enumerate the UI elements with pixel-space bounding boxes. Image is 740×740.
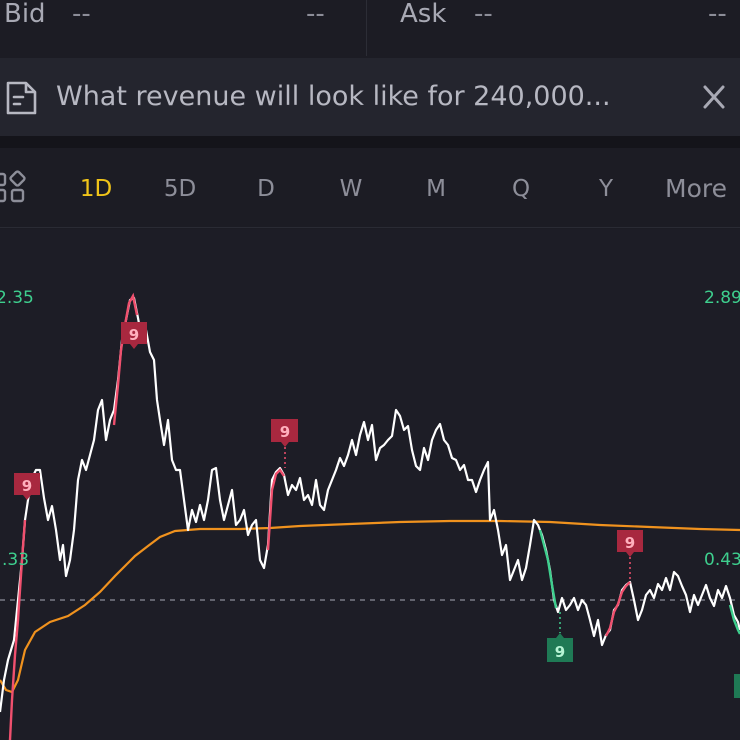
sell-signal-label: 9 (22, 477, 32, 495)
left-axis-mid-label: .33 (2, 550, 29, 570)
sell-signal-label: 9 (625, 534, 635, 552)
right-axis-high-label: 2.89 (704, 288, 740, 308)
sell-signal-label: 9 (280, 423, 290, 441)
right-axis-mid-label: 0.43 (704, 550, 740, 570)
buy-signal-marker-partial (734, 674, 740, 698)
sell-signal-marker[interactable]: 9 (617, 530, 643, 580)
up-segment-2 (112, 292, 139, 426)
sell-signal-marker[interactable]: 9 (14, 473, 40, 500)
sell-signal-marker[interactable]: 9 (271, 419, 298, 468)
buy-signal-marker[interactable]: 9 (547, 612, 573, 662)
sell-signal-label: 9 (129, 326, 139, 344)
price-chart[interactable]: 2.35 .33 2.89 0.43 9 9 9 9 9 (0, 0, 740, 740)
up-segment-3 (266, 468, 285, 551)
left-axis-high-label: 2.35 (0, 288, 34, 308)
sell-signal-marker[interactable]: 9 (121, 322, 147, 349)
price-line (0, 296, 740, 713)
buy-signal-label: 9 (555, 643, 565, 661)
up-segment-4 (604, 581, 631, 637)
down-segment-2 (728, 604, 740, 635)
down-segment-1 (538, 529, 558, 609)
